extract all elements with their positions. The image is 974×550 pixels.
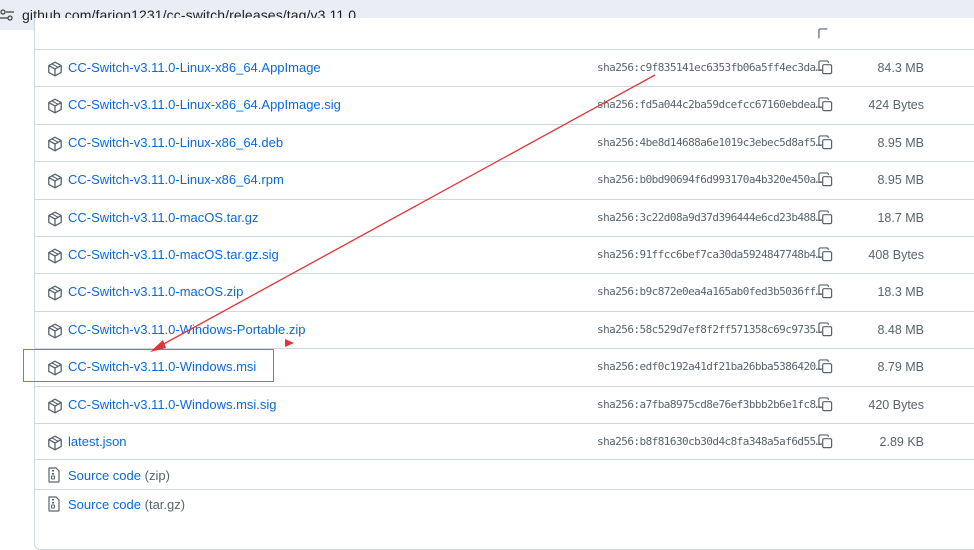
asset-link[interactable]: CC-Switch-v3.11.0-Linux-x86_64.AppImage [68,60,321,75]
copy-icon[interactable] [818,97,833,112]
package-icon [48,398,62,414]
asset-size: 424 Bytes [868,98,924,112]
package-icon [48,98,62,114]
asset-size: 18.3 MB [877,285,924,299]
file-zip-icon [48,467,60,483]
copy-icon[interactable] [818,247,833,262]
package-icon [48,285,62,301]
asset-link[interactable]: CC-Switch-v3.11.0-Windows.msi.sig [68,397,277,412]
copy-icon[interactable] [818,172,833,187]
copy-icon[interactable] [818,322,833,337]
asset-link[interactable]: latest.json [68,434,127,449]
asset-size: 408 Bytes [868,248,924,262]
asset-size: 2.89 KB [879,435,924,449]
highlight-box [23,349,274,382]
site-info-icon[interactable] [0,8,14,22]
asset-sha256: sha256:b9c872e0ea4a165ab0fed3b5036ff… [597,285,822,298]
asset-link[interactable]: CC-Switch-v3.11.0-Windows-Portable.zip [68,322,305,337]
asset-row: CC-Switch-v3.11.0-Linux-x86_64.AppImage.… [34,86,974,123]
source-code-zip-link[interactable]: Source code (zip) [68,468,170,483]
asset-link[interactable]: CC-Switch-v3.11.0-macOS.tar.gz [68,210,258,225]
asset-sha256: sha256:edf0c192a41df21ba26bba5386420… [597,360,822,373]
asset-row: CC-Switch-v3.11.0-macOS.zip sha256:b9c872… [34,273,974,310]
asset-sha256: sha256:3c22d08a9d37d396444e6cd23b488… [597,211,822,224]
asset-row: CC-Switch-v3.11.0-Linux-x86_64.AppImage s… [34,49,974,86]
asset-sha256: sha256:fd5a044c2ba59dcefcc67160ebdea… [597,98,822,111]
package-icon [48,435,62,451]
asset-link[interactable]: CC-Switch-v3.11.0-Linux-x86_64.deb [68,135,283,150]
source-code-targz-link[interactable]: Source code (tar.gz) [68,497,185,512]
asset-sha256: sha256:58c529d7ef8f2ff571358c69c9735… [597,323,822,336]
file-zip-icon [48,496,60,512]
package-icon [48,248,62,264]
asset-row: latest.json sha256:b8f81630cb30d4c8fa348a… [34,423,974,460]
asset-link[interactable]: CC-Switch-v3.11.0-Linux-x86_64.rpm [68,172,284,187]
package-icon [48,211,62,227]
source-code-targz-row[interactable]: Source code (tar.gz) [34,489,974,519]
copy-icon[interactable] [818,284,833,299]
asset-sha256: sha256:91ffcc6bef7ca30da5924847748b4… [597,248,822,261]
package-icon [48,136,62,152]
copy-icon[interactable] [818,434,833,449]
copy-icon[interactable] [818,135,833,150]
asset-link[interactable]: CC-Switch-v3.11.0-macOS.zip [68,284,243,299]
asset-sha256: sha256:c9f835141ec6353fb06a5ff4ec3da… [597,61,822,74]
copy-icon[interactable] [818,60,833,75]
asset-size: 8.79 MB [877,360,924,374]
package-icon [48,61,62,77]
asset-size: 8.95 MB [877,136,924,150]
asset-row: CC-Switch-v3.11.0-macOS.tar.gz sha256:3c2… [34,199,974,236]
asset-row: CC-Switch-v3.11.0-macOS.tar.gz.sig sha256… [34,236,974,273]
package-icon [48,323,62,339]
copy-icon[interactable] [818,210,833,225]
package-icon [48,173,62,189]
asset-sha256: sha256:b0bd90694f6d993170a4b320e450a… [597,173,822,186]
asset-size: 8.95 MB [877,173,924,187]
asset-row: CC-Switch-v3.11.0-Windows.msi.sig sha256:… [34,386,974,423]
asset-size: 420 Bytes [868,398,924,412]
copy-icon[interactable] [818,359,833,374]
source-code-zip-row[interactable]: Source code (zip) [34,459,974,489]
copy-icon[interactable] [818,397,833,412]
asset-sha256: sha256:b8f81630cb30d4c8fa348a5af6d55… [597,435,822,448]
asset-size: 8.48 MB [877,323,924,337]
asset-row: CC-Switch-v3.11.0-Linux-x86_64.deb sha256… [34,124,974,161]
asset-link[interactable]: CC-Switch-v3.11.0-macOS.tar.gz.sig [68,247,279,262]
asset-size: 18.7 MB [877,211,924,225]
asset-row: CC-Switch-v3.11.0-Linux-x86_64.rpm sha256… [34,161,974,198]
asset-sha256: sha256:a7fba8975cd8e76ef3bbb2b6e1fc8… [597,398,822,411]
asset-size: 84.3 MB [877,61,924,75]
asset-sha256: sha256:4be8d14688a6e1019c3ebec5d8af5… [597,136,822,149]
asset-row-partial [34,11,974,49]
copy-icon[interactable] [818,28,833,43]
asset-link[interactable]: CC-Switch-v3.11.0-Linux-x86_64.AppImage.… [68,97,341,112]
asset-row: CC-Switch-v3.11.0-Windows-Portable.zip sh… [34,311,974,348]
